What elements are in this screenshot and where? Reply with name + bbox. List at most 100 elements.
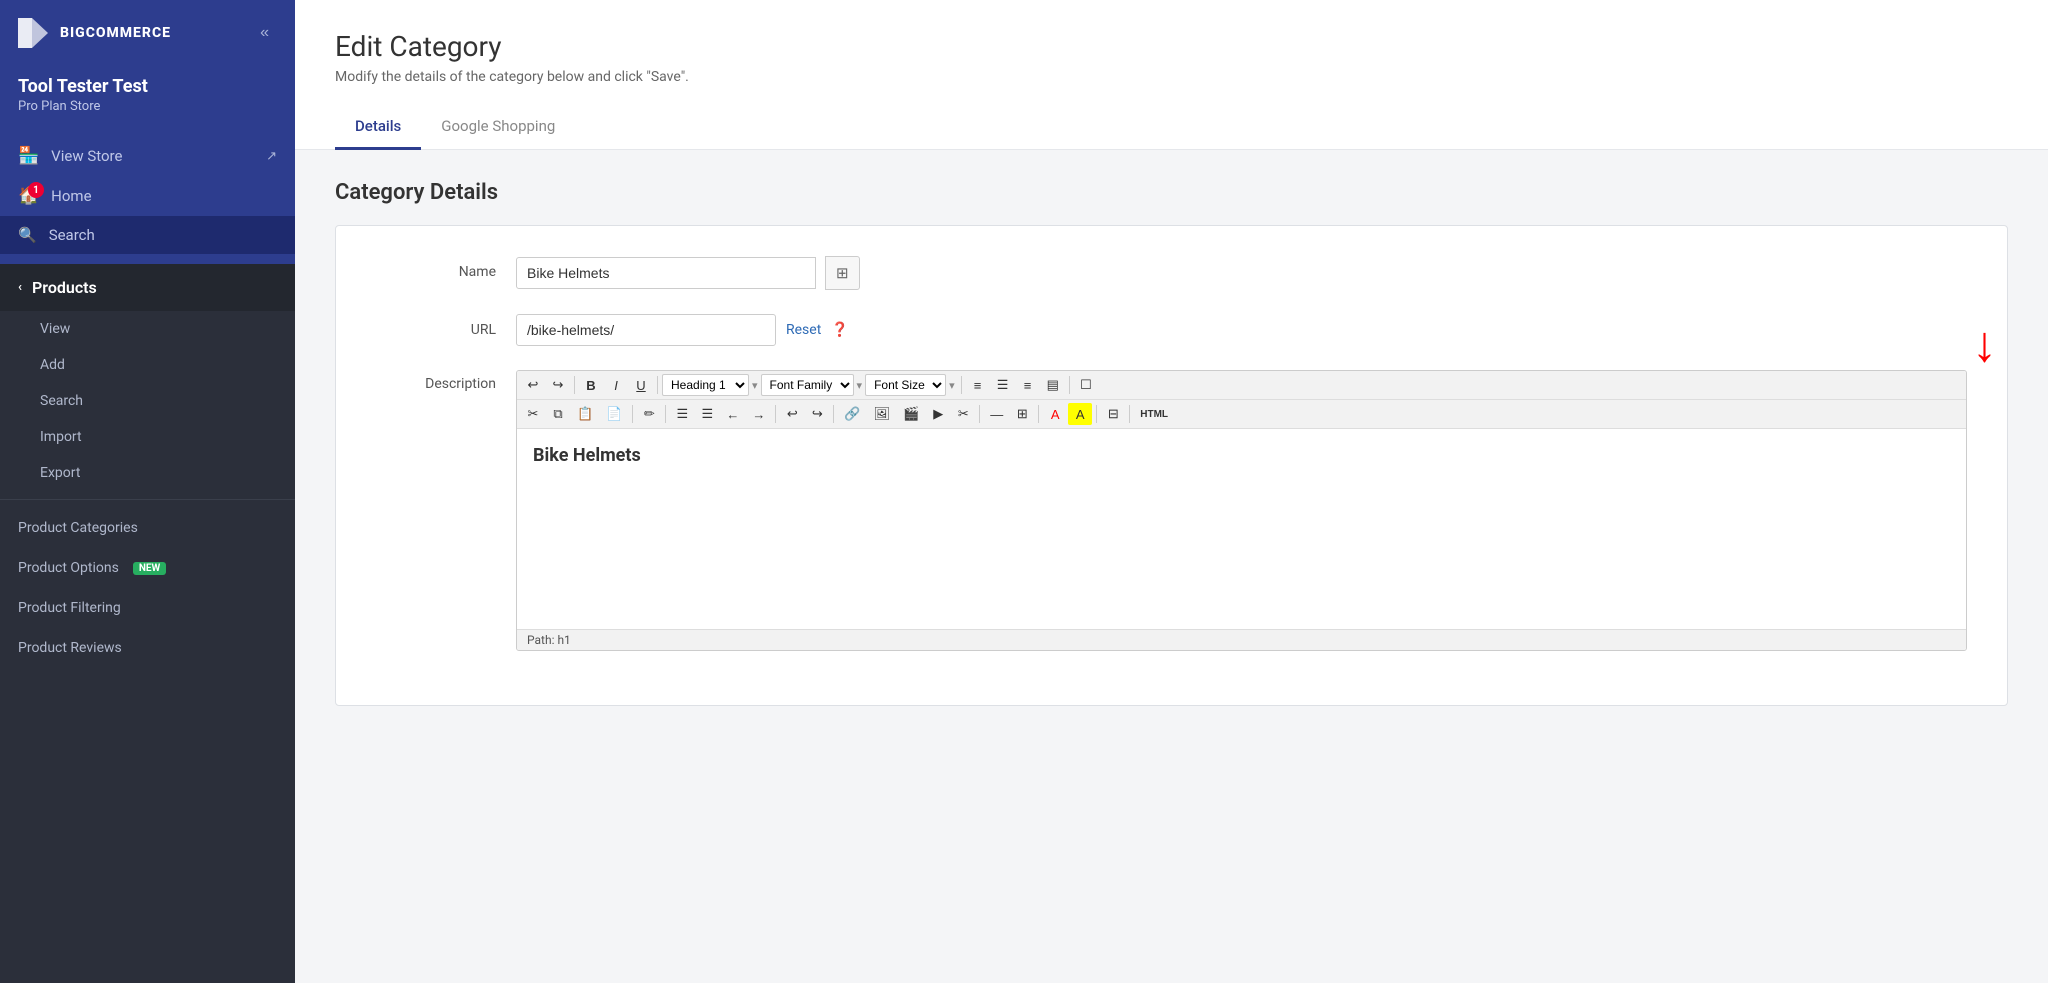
- page-title: Edit Category: [335, 30, 2008, 63]
- sidebar-item-product-categories[interactable]: Product Categories: [0, 508, 295, 548]
- name-input[interactable]: [516, 257, 816, 289]
- link-button[interactable]: 🔗: [838, 403, 866, 425]
- help-icon: ❓: [831, 322, 848, 338]
- hr-button[interactable]: —: [984, 403, 1009, 425]
- sidebar-item-export[interactable]: Export: [0, 455, 295, 491]
- editor-outer: ↓ ↩ ↪ B I U Heading 1: [516, 370, 1967, 651]
- tab-google-shopping[interactable]: Google Shopping: [421, 105, 575, 150]
- toolbar-sep-11: [1096, 405, 1097, 423]
- url-control-area: Reset ❓: [516, 314, 1967, 346]
- toolbar-sep-6: [665, 405, 666, 423]
- toolbar-sep-3: [961, 376, 962, 394]
- tabs: Details Google Shopping: [335, 105, 2008, 149]
- indent-button[interactable]: →: [746, 403, 771, 425]
- sidebar-item-search[interactable]: Search: [0, 383, 295, 419]
- undo-button[interactable]: ↩: [521, 374, 545, 396]
- sidebar-dark: ‹ Products View Add Search Import Export…: [0, 264, 295, 983]
- sidebar-item-product-filtering[interactable]: Product Filtering: [0, 588, 295, 628]
- line-button[interactable]: ⊟: [1101, 403, 1125, 425]
- align-center-button[interactable]: ☰: [991, 374, 1015, 396]
- page-subtitle: Modify the details of the category below…: [335, 69, 2008, 85]
- redo2-button[interactable]: ↪: [805, 403, 829, 425]
- align-left-button[interactable]: ≡: [966, 374, 990, 396]
- font-size-select[interactable]: Font Size: [865, 374, 946, 396]
- paste-button[interactable]: 📋: [571, 403, 599, 425]
- sidebar-nav-top: 🏪 View Store ↗ 🏠 1 Home 🔍 Search: [0, 130, 295, 264]
- form-card: Name ⊞ URL Reset ❓ Descripti: [335, 225, 2008, 706]
- bold-button[interactable]: B: [579, 374, 603, 396]
- sidebar-products-section[interactable]: ‹ Products: [0, 264, 295, 311]
- store-info: Tool Tester Test Pro Plan Store: [0, 66, 295, 130]
- tab-details[interactable]: Details: [335, 105, 421, 150]
- sidebar-item-view-store-label: View Store: [51, 147, 122, 165]
- editor-toolbar-row2: ✂ ⧉ 📋 📄 ✏ ☰ ☰ ← → ↩: [517, 400, 1966, 429]
- sidebar-item-view-store[interactable]: 🏪 View Store ↗: [0, 136, 295, 176]
- image-button[interactable]: 🖼: [868, 403, 897, 425]
- name-label: Name: [376, 256, 496, 280]
- sidebar: BIGCOMMERCE « Tool Tester Test Pro Plan …: [0, 0, 295, 983]
- editor-wrapper: ↩ ↪ B I U Heading 1 Heading 2 Heading 3: [516, 370, 1967, 651]
- sidebar-item-product-reviews[interactable]: Product Reviews: [0, 628, 295, 668]
- underline-button[interactable]: U: [629, 374, 653, 396]
- logo-text: BIGCOMMERCE: [60, 25, 171, 41]
- toolbar-sep-12: [1129, 405, 1130, 423]
- heading-select[interactable]: Heading 1 Heading 2 Heading 3 Paragraph: [662, 374, 749, 396]
- name-icon-button[interactable]: ⊞: [825, 256, 860, 290]
- editor-heading-text: Bike Helmets: [533, 445, 641, 466]
- home-badge: 1: [28, 182, 44, 198]
- toolbar-sep-1: [574, 376, 575, 394]
- unordered-list-button[interactable]: ☰: [670, 403, 694, 425]
- outdent-button[interactable]: ←: [720, 403, 745, 425]
- undo2-button[interactable]: ↩: [780, 403, 804, 425]
- description-row: Description ↓ ↩ ↪ B I U: [376, 370, 1967, 651]
- toolbar-sep-2: [657, 376, 658, 394]
- sidebar-item-search-label: Search: [49, 226, 95, 244]
- box-button[interactable]: ☐: [1074, 374, 1098, 396]
- toolbar-sep-4: [1069, 376, 1070, 394]
- justify-button[interactable]: ▤: [1041, 374, 1065, 396]
- toolbar-sep-9: [979, 405, 980, 423]
- paste-text-button[interactable]: 📄: [600, 403, 628, 425]
- toolbar-sep-5: [632, 405, 633, 423]
- sidebar-item-search[interactable]: 🔍 Search: [0, 216, 295, 254]
- logo-area: BIGCOMMERCE: [14, 14, 171, 52]
- search-icon: 🔍: [18, 226, 37, 244]
- product-options-label: Product Options: [18, 560, 119, 576]
- sidebar-item-import[interactable]: Import: [0, 419, 295, 455]
- cut-button[interactable]: ✂: [521, 403, 545, 425]
- sidebar-item-home[interactable]: 🏠 1 Home: [0, 176, 295, 216]
- text-color-button[interactable]: A: [1043, 403, 1067, 425]
- sidebar-item-add[interactable]: Add: [0, 347, 295, 383]
- table-button[interactable]: ⊞: [1010, 403, 1034, 425]
- redo-button[interactable]: ↪: [546, 374, 570, 396]
- edit-button[interactable]: ✏: [637, 403, 661, 425]
- sidebar-header: BIGCOMMERCE «: [0, 0, 295, 66]
- ordered-list-button[interactable]: ☰: [695, 403, 719, 425]
- sidebar-top: BIGCOMMERCE « Tool Tester Test Pro Plan …: [0, 0, 295, 264]
- url-input[interactable]: [516, 314, 776, 346]
- youtube-button[interactable]: ▶: [926, 403, 950, 425]
- italic-button[interactable]: I: [604, 374, 628, 396]
- description-label: Description: [376, 370, 496, 392]
- red-arrow-indicator: ↓: [1972, 320, 1997, 370]
- align-right-button[interactable]: ≡: [1016, 374, 1040, 396]
- widget-button[interactable]: ✂: [951, 403, 975, 425]
- sidebar-item-product-options[interactable]: Product Options NEW: [0, 548, 295, 588]
- copy-button[interactable]: ⧉: [546, 403, 570, 425]
- form-section: Category Details Name ⊞ URL Reset ❓: [295, 150, 2048, 736]
- store-icon: 🏪: [18, 146, 39, 166]
- sidebar-collapse-button[interactable]: «: [252, 20, 277, 46]
- media-button[interactable]: 🎬: [897, 403, 925, 425]
- reset-link[interactable]: Reset: [786, 322, 821, 338]
- editor-content-area[interactable]: Bike Helmets: [517, 429, 1966, 629]
- chevron-left-icon: ‹: [18, 280, 22, 295]
- bigcommerce-logo-icon: [14, 14, 52, 52]
- font-family-select[interactable]: Font Family: [761, 374, 854, 396]
- store-name: Tool Tester Test: [18, 76, 277, 97]
- product-options-badge: NEW: [133, 562, 166, 575]
- highlight-button[interactable]: A: [1068, 403, 1092, 425]
- html-source-button[interactable]: HTML: [1134, 403, 1174, 425]
- sidebar-products-label: Products: [32, 278, 97, 297]
- product-filtering-label: Product Filtering: [18, 600, 121, 616]
- sidebar-item-view[interactable]: View: [0, 311, 295, 347]
